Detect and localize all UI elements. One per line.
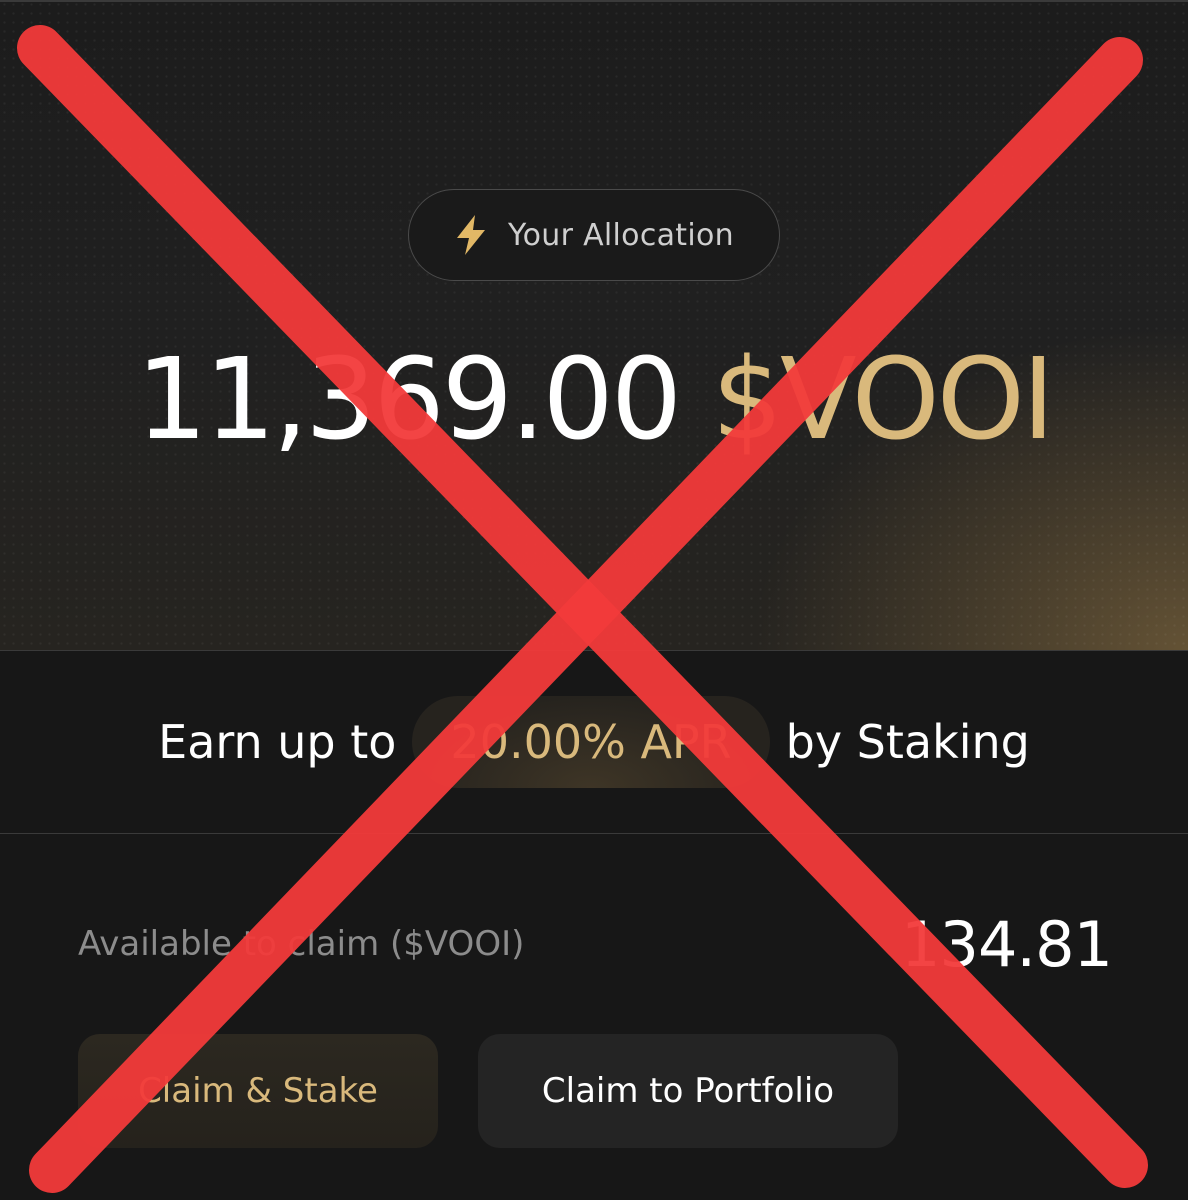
lightning-bolt-icon (454, 214, 488, 256)
allocation-label: Your Allocation (508, 217, 734, 253)
top-divider (0, 0, 1188, 2)
claim-to-portfolio-button[interactable]: Claim to Portfolio (478, 1034, 898, 1148)
apr-badge: 20.00% APR (412, 696, 770, 788)
allocation-card: Your Allocation 11,369.00 $VOOI Earn up … (0, 0, 1188, 1200)
staking-suffix: by Staking (785, 715, 1030, 769)
staking-promo-text: Earn up to 20.00% APR by Staking (0, 651, 1188, 833)
available-to-claim-label: Available to claim ($VOOI) (78, 924, 525, 964)
allocation-hero: Your Allocation 11,369.00 $VOOI (0, 0, 1188, 651)
allocation-amount-value: 11,369.00 (136, 335, 682, 465)
staking-prefix: Earn up to (158, 715, 397, 769)
claim-section: Available to claim ($VOOI) 134.81 Claim … (0, 834, 1188, 1200)
allocation-amount: 11,369.00 $VOOI (0, 340, 1188, 460)
staking-promo: Earn up to 20.00% APR by Staking (0, 651, 1188, 834)
available-to-claim-value: 134.81 (901, 908, 1113, 981)
allocation-token-symbol: $VOOI (711, 335, 1055, 465)
claim-and-stake-button[interactable]: Claim & Stake (78, 1034, 438, 1148)
allocation-badge: Your Allocation (408, 189, 780, 281)
